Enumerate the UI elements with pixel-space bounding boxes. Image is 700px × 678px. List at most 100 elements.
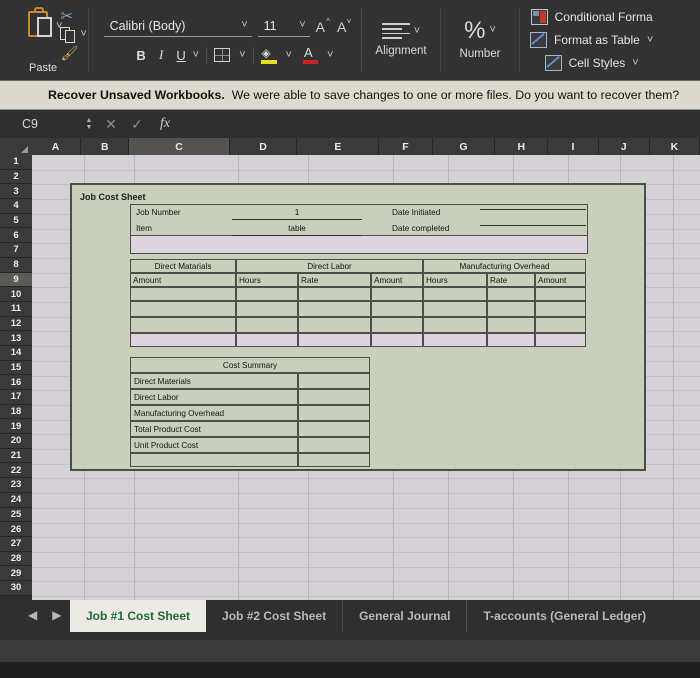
check-icon[interactable]: ✓ (124, 116, 150, 133)
table-row[interactable] (130, 287, 236, 301)
row-header-24[interactable]: 24 (0, 492, 32, 508)
column-header-g[interactable]: G (432, 138, 496, 155)
column-header-k[interactable]: K (649, 138, 700, 155)
job-number-value[interactable]: 1 (232, 208, 362, 217)
table-row[interactable] (535, 301, 586, 317)
cost-summary-value[interactable] (298, 373, 370, 389)
cost-summary-value[interactable] (298, 437, 370, 453)
table-row[interactable] (298, 317, 371, 333)
borders-dropdown-caret[interactable]: ˅ (239, 49, 245, 61)
font-name-input[interactable]: Calibri (Body) ˅ (103, 17, 252, 37)
italic-button[interactable]: I (153, 47, 170, 63)
alignment-group[interactable]: ˅ Alignment (362, 0, 440, 80)
chevron-down-icon[interactable]: ˅ (632, 57, 638, 69)
cost-summary-value[interactable] (298, 405, 370, 421)
chevron-down-icon[interactable]: ˅ (647, 34, 653, 46)
row-header-22[interactable]: 22 (0, 463, 32, 479)
bold-button[interactable]: B (133, 48, 150, 63)
row-header-6[interactable]: 6 (0, 228, 32, 244)
table-row[interactable] (423, 317, 487, 333)
item-value[interactable]: table (232, 224, 362, 233)
row-header-10[interactable]: 10 (0, 287, 32, 302)
row-header-14[interactable]: 14 (0, 345, 32, 361)
row-header-9[interactable]: 9 (0, 272, 32, 288)
table-row[interactable] (130, 301, 236, 317)
cancel-icon[interactable]: ✕ (98, 116, 124, 133)
formula-input[interactable] (180, 115, 700, 133)
scissors-icon[interactable]: ✂ (60, 9, 86, 24)
row-header-8[interactable]: 8 (0, 257, 32, 273)
chevron-down-icon[interactable]: ˅ (489, 25, 495, 36)
row-header-15[interactable]: 15 (0, 360, 32, 376)
cost-summary-value-blank[interactable] (298, 453, 370, 467)
cost-summary-value[interactable] (298, 421, 370, 437)
date-initiated-underline[interactable] (480, 209, 586, 210)
decrease-font-size-button[interactable]: A ˅ (337, 17, 351, 35)
sheet-tab-general-journal[interactable]: General Journal (343, 600, 468, 632)
row-header-20[interactable]: 20 (0, 434, 32, 449)
font-color-icon[interactable]: A (302, 45, 318, 64)
column-header-h[interactable]: H (495, 138, 549, 155)
row-header-25[interactable]: 25 (0, 507, 32, 523)
table-row[interactable] (236, 317, 298, 333)
table-row[interactable] (423, 287, 487, 301)
number-format-icon[interactable]: % ˅ (464, 18, 496, 43)
prev-sheet-icon[interactable]: ◀ (28, 608, 37, 622)
row-header-26[interactable]: 26 (0, 522, 32, 537)
table-row[interactable] (487, 317, 535, 333)
chevron-down-icon[interactable]: ˅ (299, 20, 305, 31)
table-row[interactable] (236, 301, 298, 317)
column-header-e[interactable]: E (297, 138, 380, 155)
table-row[interactable] (298, 333, 371, 347)
insert-function-icon[interactable]: fx (150, 116, 180, 132)
row-header-7[interactable]: 7 (0, 243, 32, 258)
row-header-30[interactable]: 30 (0, 580, 32, 596)
row-header-19[interactable]: 19 (0, 419, 32, 435)
row-header-1[interactable]: 1 (0, 155, 32, 170)
row-header-13[interactable]: 13 (0, 331, 32, 346)
row-header-4[interactable]: 4 (0, 199, 32, 214)
column-header-b[interactable]: B (81, 138, 130, 155)
table-row[interactable] (423, 333, 487, 347)
alignment-icon[interactable]: ˅ (381, 23, 420, 39)
table-row[interactable] (236, 287, 298, 301)
row-header-3[interactable]: 3 (0, 184, 32, 200)
borders-icon[interactable] (214, 48, 231, 62)
chevron-down-icon[interactable]: ˅ (241, 20, 247, 31)
paste-icon[interactable] (26, 6, 56, 41)
increase-font-size-button[interactable]: A ^ (316, 17, 330, 35)
column-header-d[interactable]: D (229, 138, 298, 155)
table-row[interactable] (487, 287, 535, 301)
column-header-a[interactable]: A (30, 138, 82, 155)
date-completed-underline[interactable] (480, 225, 586, 226)
row-header-12[interactable]: 12 (0, 316, 32, 332)
sheet-tab-t-accounts[interactable]: T-accounts (General Ledger) (467, 600, 662, 632)
table-row[interactable] (371, 317, 423, 333)
fill-color-caret[interactable]: ˅ (286, 49, 292, 61)
font-size-input[interactable]: 11 ˅ (257, 17, 310, 37)
table-row[interactable] (236, 333, 298, 347)
copy-icon[interactable] (60, 26, 77, 43)
table-row[interactable] (130, 333, 236, 347)
format-as-table-button[interactable]: Format as Table ˅ (530, 32, 653, 48)
table-row[interactable] (423, 301, 487, 317)
table-row[interactable] (371, 287, 423, 301)
row-header-27[interactable]: 27 (0, 536, 32, 552)
cell-styles-button[interactable]: Cell Styles ˅ (544, 55, 639, 71)
table-row[interactable] (535, 287, 586, 301)
column-header-j[interactable]: J (598, 138, 650, 155)
format-painter-icon[interactable]: 🖌 (60, 46, 86, 60)
select-all-corner[interactable] (0, 138, 31, 155)
sheet-area[interactable]: Job Cost Sheet Job Number 1 Item table D… (32, 155, 700, 600)
table-row[interactable] (371, 333, 423, 347)
underline-button[interactable]: U (173, 48, 190, 63)
name-box-spinner[interactable]: ▲ ▼ (80, 117, 98, 131)
cost-summary-row-blank[interactable] (130, 453, 298, 467)
row-header-16[interactable]: 16 (0, 375, 32, 390)
job-cost-sheet-form[interactable]: Job Cost Sheet Job Number 1 Item table D… (70, 183, 646, 471)
table-row[interactable] (371, 301, 423, 317)
row-header-5[interactable]: 5 (0, 213, 32, 229)
column-header-c[interactable]: C (129, 138, 230, 155)
conditional-formatting-button[interactable]: Conditional Forma (530, 9, 653, 25)
column-header-i[interactable]: I (548, 138, 599, 155)
